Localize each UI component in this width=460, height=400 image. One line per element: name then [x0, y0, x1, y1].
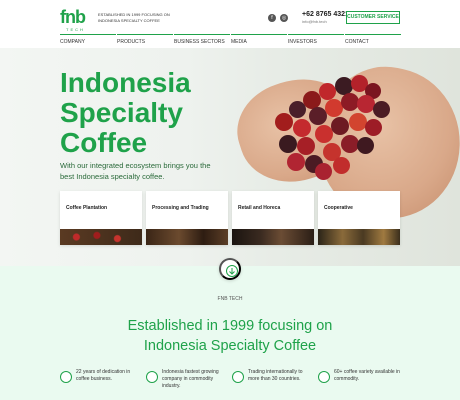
- globe-icon: [232, 371, 244, 383]
- card-label: Processing and Trading: [152, 205, 209, 211]
- card-retail-horeca[interactable]: Retail and Horeca: [232, 191, 314, 245]
- facebook-icon[interactable]: f: [268, 14, 276, 22]
- nav-item-products[interactable]: PRODUCTS: [117, 34, 173, 46]
- nav-item-contact[interactable]: CONTACT: [345, 34, 401, 46]
- nav-item-company[interactable]: COMPANY: [60, 34, 116, 46]
- feature-item: 60+ coffee variety available in commodit…: [318, 369, 400, 391]
- coffee-plantation-image: [60, 229, 142, 245]
- card-label: Retail and Horeca: [238, 205, 281, 211]
- hero-title: Indonesia Specialty Coffee: [60, 67, 191, 158]
- processing-trading-image: [146, 229, 228, 245]
- logo[interactable]: fnb TECH: [60, 7, 90, 32]
- logo-text: fnb: [60, 7, 86, 27]
- instagram-icon[interactable]: ◎: [280, 14, 288, 22]
- card-coffee-plantation[interactable]: Coffee Plantation: [60, 191, 142, 245]
- main-nav: COMPANY PRODUCTS BUSINESS SECTORS MEDIA …: [60, 34, 401, 48]
- growth-chart-icon: [146, 371, 158, 383]
- email-address[interactable]: info@fnb.tech: [302, 19, 349, 24]
- feature-text: Trading internationally to more than 30 …: [248, 369, 303, 382]
- nav-item-media[interactable]: MEDIA: [231, 34, 287, 46]
- nav-item-investors[interactable]: INVESTORS: [288, 34, 344, 46]
- customer-service-button[interactable]: CUSTOMER SERVICE: [346, 11, 400, 24]
- feature-item: Indonesia fastest growing company in com…: [146, 369, 228, 391]
- coffee-bean-icon: [318, 371, 330, 383]
- feature-text: 22 years of dedication in coffee busines…: [76, 369, 131, 382]
- calendar-icon: [60, 371, 72, 383]
- section-eyebrow: FNB TECH: [217, 296, 243, 302]
- about-section: FNB TECH Established in 1999 focusing on…: [0, 266, 460, 400]
- nav-item-business-sectors[interactable]: BUSINESS SECTORS: [174, 34, 230, 46]
- card-processing-trading[interactable]: Processing and Trading: [146, 191, 228, 245]
- hero-subtitle: With our integrated ecosystem brings you…: [60, 161, 211, 181]
- feature-text: 60+ coffee variety available in commodit…: [334, 369, 400, 382]
- logo-subtext: TECH: [66, 27, 85, 32]
- feature-item: Trading internationally to more than 30 …: [232, 369, 314, 391]
- site-header: fnb TECH ESTABLISHED IN 1999 FOCUSING ON…: [0, 0, 460, 48]
- cooperative-image: [318, 229, 400, 245]
- contact-info: +62 8765 4321 info@fnb.tech: [302, 11, 349, 24]
- arrow-down-icon: [226, 265, 238, 277]
- coffee-cherries: [265, 73, 405, 183]
- card-label: Cooperative: [324, 205, 353, 211]
- hero-section: Indonesia Specialty Coffee With our inte…: [0, 48, 460, 266]
- card-cooperative[interactable]: Cooperative: [318, 191, 400, 245]
- header-tagline: ESTABLISHED IN 1999 FOCUSING ON INDONESI…: [98, 12, 170, 23]
- feature-item: 22 years of dedication in coffee busines…: [60, 369, 142, 391]
- card-label: Coffee Plantation: [66, 205, 108, 211]
- feature-text: Indonesia fastest growing company in com…: [162, 369, 219, 389]
- section-title: Established in 1999 focusing on Indonesi…: [127, 318, 333, 354]
- sector-cards: Coffee Plantation Processing and Trading…: [60, 191, 400, 245]
- scroll-down-button[interactable]: [219, 258, 241, 280]
- phone-number[interactable]: +62 8765 4321: [302, 11, 349, 18]
- retail-horeca-image: [232, 229, 314, 245]
